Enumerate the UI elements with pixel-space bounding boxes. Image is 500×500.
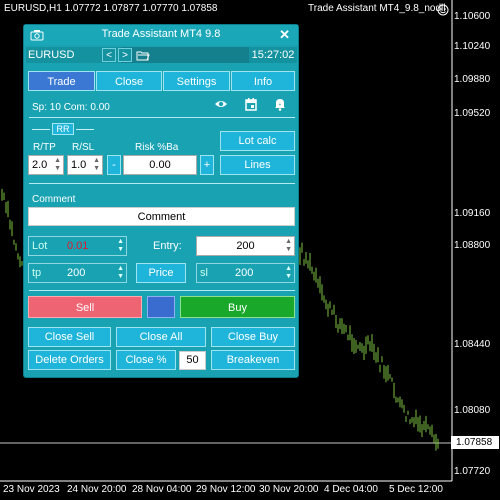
rtp-label: R/TP [33,142,56,153]
breakeven-button[interactable]: Breakeven [211,350,295,370]
price-axis-label: 1.08080 [454,405,491,416]
tab-info[interactable]: Info [231,71,295,91]
entry-label: Entry: [153,240,182,252]
trade-assistant-panel[interactable]: Trade Assistant MT4 9.8 ✕ EURUSD ▼ < > 1… [23,24,299,378]
spin-arrows-icon[interactable]: ▲ ▼ [117,238,124,254]
price-axis-label: 1.09520 [454,108,491,119]
eye-icon[interactable] [214,97,228,111]
spread-commission-info: Sp: 10 Com: 0.00 [32,102,110,113]
tp-placeholder: tp [32,267,42,279]
separator-line [29,290,295,291]
symbol-value: EURUSD [28,49,75,61]
price-axis-label: 1.09880 [454,74,491,85]
close-all-button[interactable]: Close All [116,327,206,347]
server-time: 15:27:02 [249,47,297,63]
entry-value: 200 [236,240,255,252]
lot-stepper[interactable]: Lot 0.01 ▲ ▼ [28,236,127,256]
time-axis-label: 28 Nov 04:00 [132,484,192,495]
risk-minus-button[interactable]: - [107,155,121,175]
sell-button[interactable]: Sell [28,296,142,318]
sl-stepper[interactable]: sl 200 ▲ ▼ [196,263,295,283]
rsl-label: R/SL [72,142,95,153]
comment-input[interactable]: Comment [28,207,295,226]
spin-arrows-icon[interactable]: ▲ ▼ [285,265,292,281]
risk-input[interactable]: 0.00 [123,155,197,175]
price-axis-label: 1.08440 [454,339,491,350]
rr-bracket-left [32,129,50,130]
close-buy-button[interactable]: Close Buy [211,327,295,347]
price-button[interactable]: Price [136,263,186,283]
price-axis-label: 1.10240 [454,41,491,52]
separator-line [29,183,295,184]
rsl-stepper[interactable]: 1.0 ▲ ▼ [67,155,103,175]
current-price-tag: 1.07858 [451,436,499,449]
price-axis-label: 1.10600 [454,11,491,22]
comment-label: Comment [32,194,76,205]
sl-value: 200 [235,267,254,279]
rr-toggle[interactable]: RR [52,123,74,135]
separator-line [29,117,295,118]
rtp-stepper[interactable]: 2.0 ▲ ▼ [28,155,64,175]
close-sell-button[interactable]: Close Sell [28,327,111,347]
lot-calc-button[interactable]: Lot calc [220,131,295,151]
smile-icon [437,4,449,16]
sl-placeholder: sl [200,267,208,279]
time-axis-label: 30 Nov 20:00 [259,484,319,495]
buy-button[interactable]: Buy [180,296,295,318]
spin-arrows-icon[interactable]: ▲ ▼ [285,238,292,254]
svg-text:+: + [279,102,282,108]
spin-arrows-icon[interactable]: ▲ ▼ [93,157,100,173]
prev-symbol-button[interactable]: < [102,48,116,62]
lines-button[interactable]: Lines [220,155,295,175]
panel-title: Trade Assistant MT4 9.8 [101,28,221,40]
toggle-button[interactable] [147,296,175,318]
expert-advisor-label: Trade Assistant MT4_9.8_nodll [308,3,446,14]
rsl-value: 1.0 [71,159,87,171]
panel-titlebar[interactable]: Trade Assistant MT4 9.8 ✕ [24,25,298,45]
next-symbol-button[interactable]: > [118,48,132,62]
risk-label: Risk %Ba [135,142,179,153]
spin-arrows-icon[interactable]: ▲ ▼ [54,157,61,173]
time-axis-label: 24 Nov 20:00 [67,484,127,495]
close-percent-button[interactable]: Close % [116,350,176,370]
lot-placeholder: Lot [32,240,48,252]
spin-arrows-icon[interactable]: ▲ ▼ [117,265,124,281]
entry-stepper[interactable]: 200 ▲ ▼ [196,236,295,256]
tp-stepper[interactable]: tp 200 ▲ ▼ [28,263,127,283]
close-panel-button[interactable]: ✕ [279,27,290,43]
lot-value: 0.01 [67,240,89,252]
delete-orders-button[interactable]: Delete Orders [28,350,111,370]
time-axis-label: 23 Nov 2023 [3,484,60,495]
price-axis-label: 1.07720 [454,466,491,477]
bell-icon[interactable]: + [273,97,287,111]
risk-plus-button[interactable]: + [200,155,214,175]
time-axis-label: 5 Dec 12:00 [389,484,443,495]
chart-symbol-header: EURUSD,H1 1.07772 1.07877 1.07770 1.0785… [4,3,218,14]
tab-close[interactable]: Close [96,71,162,91]
tab-trade[interactable]: Trade [28,71,95,91]
calendar-icon[interactable] [244,97,258,111]
tp-value: 200 [67,267,86,279]
rtp-value: 2.0 [32,159,48,171]
rr-bracket-right [76,129,94,130]
symbol-row: EURUSD ▼ < > 15:27:02 [26,47,297,63]
folder-icon[interactable] [136,49,150,61]
price-axis-label: 1.09160 [454,208,491,219]
time-axis-label: 4 Dec 04:00 [324,484,378,495]
tab-settings[interactable]: Settings [163,71,230,91]
time-axis-label: 29 Nov 12:00 [196,484,256,495]
price-axis-label: 1.08800 [454,240,491,251]
close-percent-input[interactable]: 50 [179,351,206,370]
